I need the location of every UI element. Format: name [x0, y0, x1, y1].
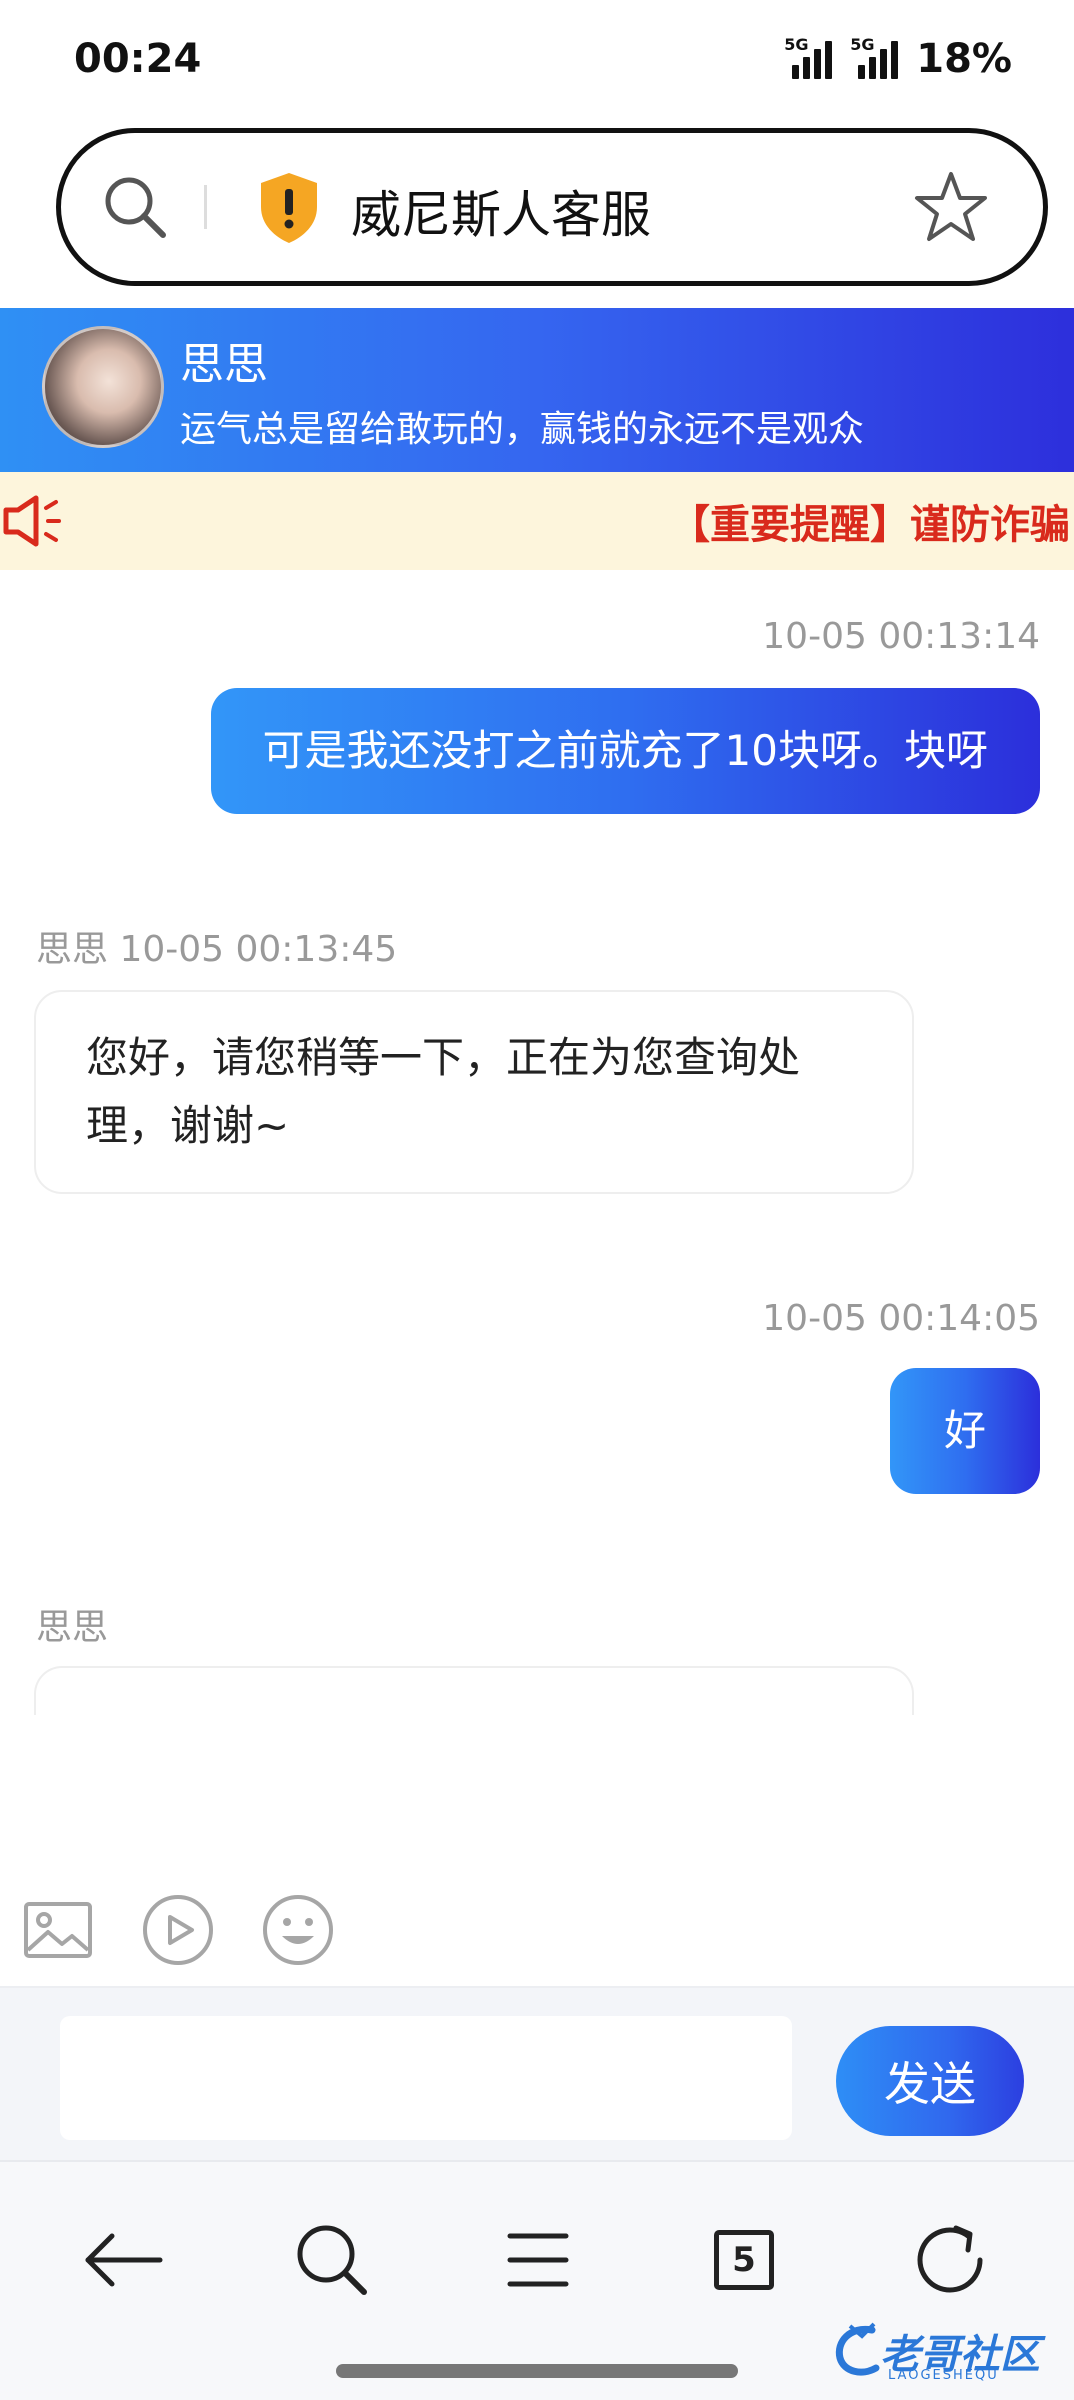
message-input[interactable] — [60, 2016, 792, 2140]
search-icon[interactable] — [99, 171, 171, 243]
back-arrow-icon[interactable] — [74, 2210, 174, 2310]
signal-5g-icon: 5G — [784, 35, 833, 79]
composer-toolbar — [0, 1878, 1074, 1978]
signal-5g-data-icon: 5G — [850, 35, 899, 79]
signal-label: 5G — [850, 35, 875, 54]
chat-area[interactable]: 10-05 00:13:14 可是我还没打之前就充了10块呀。块呀 思思 10-… — [0, 570, 1074, 1715]
outgoing-message[interactable]: 好 — [889, 1368, 1040, 1494]
agent-name: 思思 — [180, 339, 268, 390]
agent-motto: 运气总是留给敢玩的，赢钱的永远不是观众 — [180, 409, 865, 450]
image-icon[interactable] — [18, 1890, 98, 1970]
emoji-icon[interactable] — [258, 1890, 338, 1970]
incoming-message[interactable]: 您好，请您稍等一下，正在为您查询处理，谢谢~ — [34, 990, 914, 1194]
message-timestamp: 10-05 00:13:14 — [762, 616, 1040, 657]
status-time: 00:24 — [74, 36, 202, 82]
status-indicators: 5G 5G 18% — [784, 35, 1012, 82]
avatar[interactable] — [42, 326, 164, 448]
status-bar: 00:24 5G 5G 18% — [0, 0, 1074, 120]
address-divider — [204, 185, 207, 229]
partial-message-text: ▬ ▬ ▬ ▬ ▬ ▬ ▬ ▬ ▬ — [86, 1712, 652, 1715]
agent-header: 思思 运气总是留给敢玩的，赢钱的永远不是观众 — [0, 308, 1074, 472]
shield-icon[interactable] — [257, 171, 321, 245]
refresh-icon[interactable] — [900, 2210, 1000, 2310]
composer: 发送 — [0, 1986, 1074, 2160]
send-button[interactable]: 发送 — [836, 2026, 1024, 2136]
tabs-icon[interactable]: 5 — [692, 2210, 792, 2310]
search-icon[interactable] — [282, 2210, 382, 2310]
speaker-icon — [3, 495, 61, 547]
home-indicator[interactable] — [336, 2364, 738, 2378]
notice-text: 【重要提醒】谨防诈骗 — [670, 502, 1070, 548]
notice-bar: 【重要提醒】谨防诈骗 — [0, 472, 1074, 570]
incoming-message-header: 思思 — [36, 1607, 109, 1648]
page-title[interactable]: 威尼斯人客服 — [351, 175, 651, 247]
menu-icon[interactable] — [488, 2210, 588, 2310]
watermark-subtext: LAOGESHEQU — [888, 2368, 999, 2383]
video-icon[interactable] — [138, 1890, 218, 1970]
signal-label: 5G — [784, 35, 809, 54]
watermark-logo: 老哥社区 LAOGESHEQU — [832, 2320, 1068, 2384]
dragon-logo-icon — [835, 2322, 880, 2376]
star-icon[interactable] — [913, 169, 989, 245]
outgoing-message[interactable]: 可是我还没打之前就充了10块呀。块呀 — [210, 688, 1040, 814]
message-timestamp: 10-05 00:14:05 — [762, 1298, 1040, 1339]
incoming-message-partial[interactable]: ▬ ▬ ▬ ▬ ▬ ▬ ▬ ▬ ▬ — [34, 1666, 914, 1715]
tab-count: 5 — [714, 2230, 774, 2290]
battery-percent: 18% — [916, 36, 1012, 82]
address-bar[interactable]: 威尼斯人客服 — [56, 128, 1048, 286]
incoming-message-header: 思思 10-05 00:13:45 — [36, 929, 398, 970]
